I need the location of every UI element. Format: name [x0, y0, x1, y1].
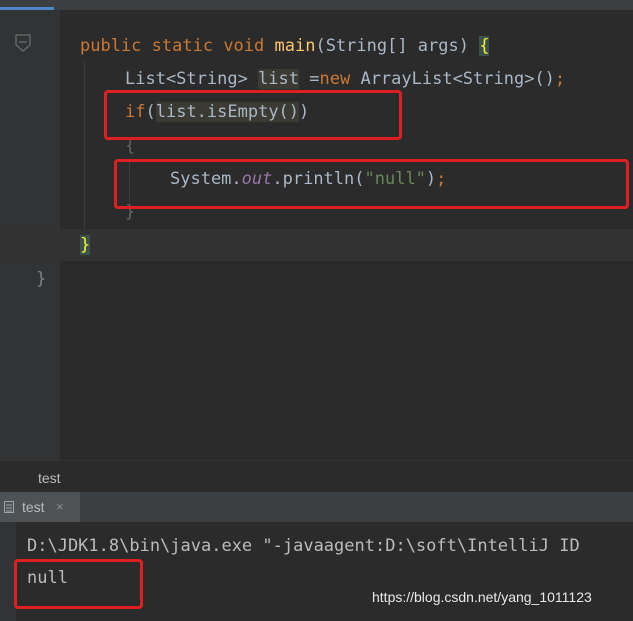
run-tab-label: test: [22, 499, 45, 515]
annotation-box-if: [104, 90, 402, 140]
run-tab[interactable]: test ×: [0, 492, 80, 522]
code-token: ArrayList<String>(): [360, 69, 555, 89]
code-token: list: [258, 69, 300, 89]
code-token: {: [479, 36, 490, 56]
annotation-box-output: [14, 559, 143, 609]
close-icon[interactable]: ×: [56, 492, 64, 522]
code-token: public: [80, 36, 152, 56]
code-token: main: [274, 36, 316, 56]
run-tool-window-header: test ×: [0, 492, 633, 522]
console-command-line: D:\JDK1.8\bin\java.exe "-javaagent:D:\so…: [27, 536, 580, 556]
run-config-icon: [4, 501, 14, 513]
code-token: ;: [554, 69, 566, 89]
editor-tab-strip: [0, 0, 633, 10]
breadcrumb-label[interactable]: test: [38, 461, 61, 495]
code-token: }: [80, 235, 91, 255]
code-line-end-main[interactable]: }: [0, 229, 633, 261]
code-token: List<String>: [125, 69, 259, 89]
watermark: https://blog.csdn.net/yang_1011123: [372, 589, 592, 605]
code-token: static: [151, 36, 224, 56]
code-line-end-class[interactable]: }: [0, 263, 633, 295]
annotation-box-println: [114, 159, 629, 209]
code-token: void: [223, 36, 275, 56]
run-console[interactable]: D:\JDK1.8\bin\java.exe "-javaagent:D:\so…: [0, 522, 633, 621]
code-token: new: [319, 69, 361, 89]
code-line-main[interactable]: public static void main(String[] args) {: [0, 30, 633, 62]
code-token: =: [299, 69, 320, 89]
code-editor[interactable]: public static void main(String[] args) {…: [0, 10, 633, 460]
ide-window: public static void main(String[] args) {…: [0, 0, 633, 621]
breadcrumb[interactable]: test: [0, 460, 633, 493]
code-token: }: [36, 269, 47, 289]
code-token: (String[] args): [315, 36, 480, 56]
